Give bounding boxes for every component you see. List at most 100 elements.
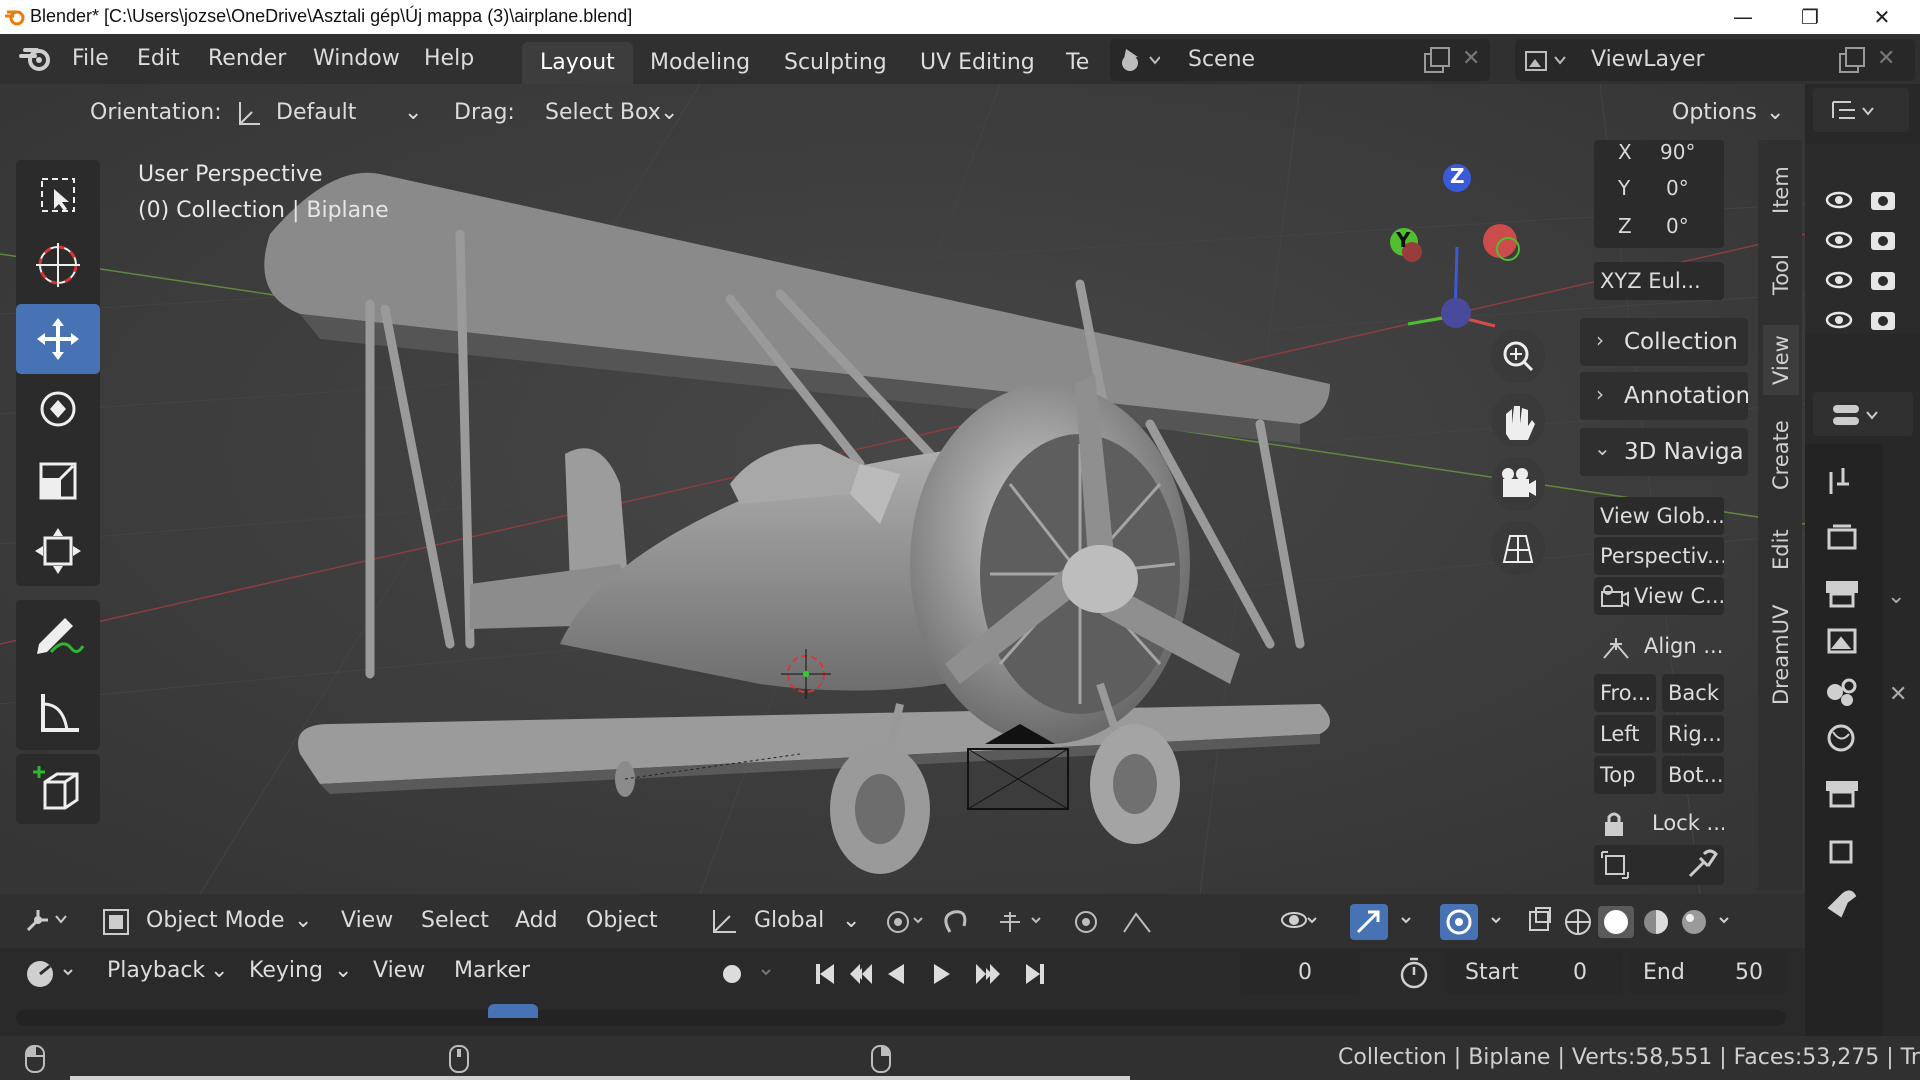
timeline-editor-type-icon[interactable] xyxy=(24,956,80,992)
blender-menu-icon[interactable] xyxy=(18,44,54,74)
editor-type-icon[interactable] xyxy=(24,906,68,934)
start-frame-field[interactable]: Start 0 xyxy=(1445,952,1623,994)
view-right-button[interactable]: Rig... xyxy=(1662,715,1724,753)
viewport-menu-object[interactable]: Object xyxy=(586,908,658,933)
tab-item[interactable]: Item xyxy=(1763,160,1799,220)
lock-to-object-icon[interactable] xyxy=(1600,850,1632,880)
viewport-3d[interactable]: User Perspective (0) Collection | Biplan… xyxy=(0,84,1805,894)
tab-uv-editing[interactable]: UV Editing xyxy=(902,42,1053,84)
tab-modeling[interactable]: Modeling xyxy=(632,42,768,84)
close-window-button[interactable]: ✕ xyxy=(1852,2,1912,32)
tab-edit[interactable]: Edit xyxy=(1763,520,1799,580)
rot-x-value[interactable]: 90° xyxy=(1660,140,1695,164)
viewlayer-name: ViewLayer xyxy=(1591,47,1705,72)
status-bar: Collection | Biplane | Verts:58,551 | Fa… xyxy=(0,1036,1920,1080)
minimize-button[interactable]: — xyxy=(1713,2,1773,32)
blender-logo-icon xyxy=(5,10,25,26)
delete-scene-icon[interactable]: ✕ xyxy=(1462,46,1480,71)
gizmo-y-label: Y xyxy=(1396,228,1411,252)
annotations-panel-header[interactable]: Annotation xyxy=(1580,372,1748,420)
tab-sculpting[interactable]: Sculpting xyxy=(766,42,905,84)
playback-controls[interactable] xyxy=(720,956,1060,992)
new-viewlayer-icon[interactable] xyxy=(1837,47,1867,73)
timeline-menu-playback[interactable]: Playback xyxy=(107,958,205,983)
annotate-tool[interactable] xyxy=(16,600,100,670)
select-box-tool[interactable] xyxy=(16,160,100,230)
view-front-button[interactable]: Fro... xyxy=(1594,674,1656,712)
timeline-menu-view[interactable]: View xyxy=(373,958,425,983)
view-left-button[interactable]: Left xyxy=(1594,715,1656,753)
drag-dropdown-icon[interactable]: ⌄ xyxy=(660,100,678,125)
tab-texture-paint[interactable]: Te xyxy=(1048,42,1107,84)
menu-window[interactable]: Window xyxy=(313,46,400,71)
timeline-scrubber[interactable] xyxy=(16,1010,1786,1026)
menu-file[interactable]: File xyxy=(72,46,109,71)
viewport-menu-add[interactable]: Add xyxy=(515,908,558,933)
sidebar-n-panel: X 90° Y 0° Z 0° XYZ Eul... Collection › … xyxy=(1580,140,1750,890)
scene-name: Scene xyxy=(1188,47,1256,72)
delete-viewlayer-icon[interactable]: ✕ xyxy=(1877,46,1895,71)
rotation-fields[interactable]: X 90° Y 0° Z 0° xyxy=(1594,140,1724,248)
measure-tool[interactable] xyxy=(16,678,100,748)
new-scene-icon[interactable] xyxy=(1422,47,1452,73)
add-cube-tool[interactable] xyxy=(16,754,100,824)
properties-icon xyxy=(1833,405,1878,425)
viewport-menu-select[interactable]: Select xyxy=(421,908,489,933)
maximize-button[interactable]: ❐ xyxy=(1780,2,1840,32)
orientation-chevron-icon[interactable]: ⌄ xyxy=(842,908,860,933)
drag-label: Drag: xyxy=(454,100,515,125)
viewport-shading-controls[interactable] xyxy=(1278,904,1790,940)
properties-editor-type[interactable] xyxy=(1813,392,1913,436)
rot-z-value[interactable]: 0° xyxy=(1666,214,1689,238)
cursor-tool[interactable] xyxy=(16,230,100,300)
rotation-mode-dropdown[interactable]: XYZ Eul... xyxy=(1594,262,1724,300)
options-button[interactable]: Options xyxy=(1672,100,1757,125)
tab-layout[interactable]: Layout xyxy=(522,42,633,84)
tab-view[interactable]: View xyxy=(1763,325,1799,395)
tab-tool[interactable]: Tool xyxy=(1763,245,1799,305)
properties-scroll-icon[interactable]: ⌄ xyxy=(1887,584,1905,609)
orientation-value[interactable]: Default xyxy=(276,100,356,125)
view-back-button[interactable]: Back xyxy=(1662,674,1724,712)
move-tool[interactable] xyxy=(16,304,100,374)
rot-y-value[interactable]: 0° xyxy=(1666,176,1689,200)
viewport-footer-bar: Object Mode ⌄ View Select Add Object Glo… xyxy=(0,894,1805,948)
options-dropdown-icon[interactable]: ⌄ xyxy=(1766,100,1784,125)
orientation-gizmo-icon xyxy=(239,102,260,125)
menu-render[interactable]: Render xyxy=(208,46,286,71)
scene-selector[interactable]: Scene ✕ xyxy=(1110,39,1490,81)
interaction-mode-dropdown[interactable]: Object Mode xyxy=(146,908,285,933)
playhead[interactable] xyxy=(488,1004,538,1018)
orientation-dropdown-icon[interactable]: ⌄ xyxy=(404,100,422,125)
rotate-tool[interactable] xyxy=(16,374,100,444)
timeline-menu-keying[interactable]: Keying xyxy=(249,958,323,983)
timeline-menu-marker[interactable]: Marker xyxy=(454,958,530,983)
collections-panel-header[interactable]: Collection xyxy=(1580,318,1748,366)
playback-chevron-icon[interactable]: ⌄ xyxy=(210,958,228,983)
current-frame-field[interactable]: 0 xyxy=(1240,952,1360,994)
tab-create[interactable]: Create xyxy=(1763,415,1799,495)
viewport-menu-view[interactable]: View xyxy=(341,908,393,933)
properties-tab-icons[interactable] xyxy=(1823,464,1873,1024)
scale-tool[interactable] xyxy=(16,446,100,516)
outliner-display-mode[interactable] xyxy=(1813,88,1909,132)
viewlayer-selector[interactable]: ViewLayer ✕ xyxy=(1515,39,1915,81)
stopwatch-icon[interactable] xyxy=(1398,956,1430,990)
transform-tool[interactable] xyxy=(16,516,100,586)
view-bottom-button[interactable]: Bot... xyxy=(1662,756,1724,794)
record-icon xyxy=(723,965,741,983)
view-global-button[interactable]: View Glob... xyxy=(1594,497,1724,535)
end-frame-field[interactable]: End 50 xyxy=(1627,952,1787,994)
mode-dropdown-chevron-icon[interactable]: ⌄ xyxy=(294,908,312,933)
eyedropper-icon[interactable] xyxy=(1686,848,1718,880)
close-region-icon[interactable]: ✕ xyxy=(1889,682,1907,707)
menu-edit[interactable]: Edit xyxy=(137,46,180,71)
end-frame-label: End xyxy=(1643,960,1685,985)
view-top-button[interactable]: Top xyxy=(1594,756,1656,794)
drag-value[interactable]: Select Box xyxy=(545,100,661,125)
perspective-button[interactable]: Perspectiv... xyxy=(1594,537,1724,575)
menu-help[interactable]: Help xyxy=(424,46,474,71)
keying-chevron-icon[interactable]: ⌄ xyxy=(334,958,352,983)
transform-orientation-dropdown[interactable]: Global xyxy=(754,908,824,933)
tab-dreamuv[interactable]: DreamUV xyxy=(1763,600,1799,710)
